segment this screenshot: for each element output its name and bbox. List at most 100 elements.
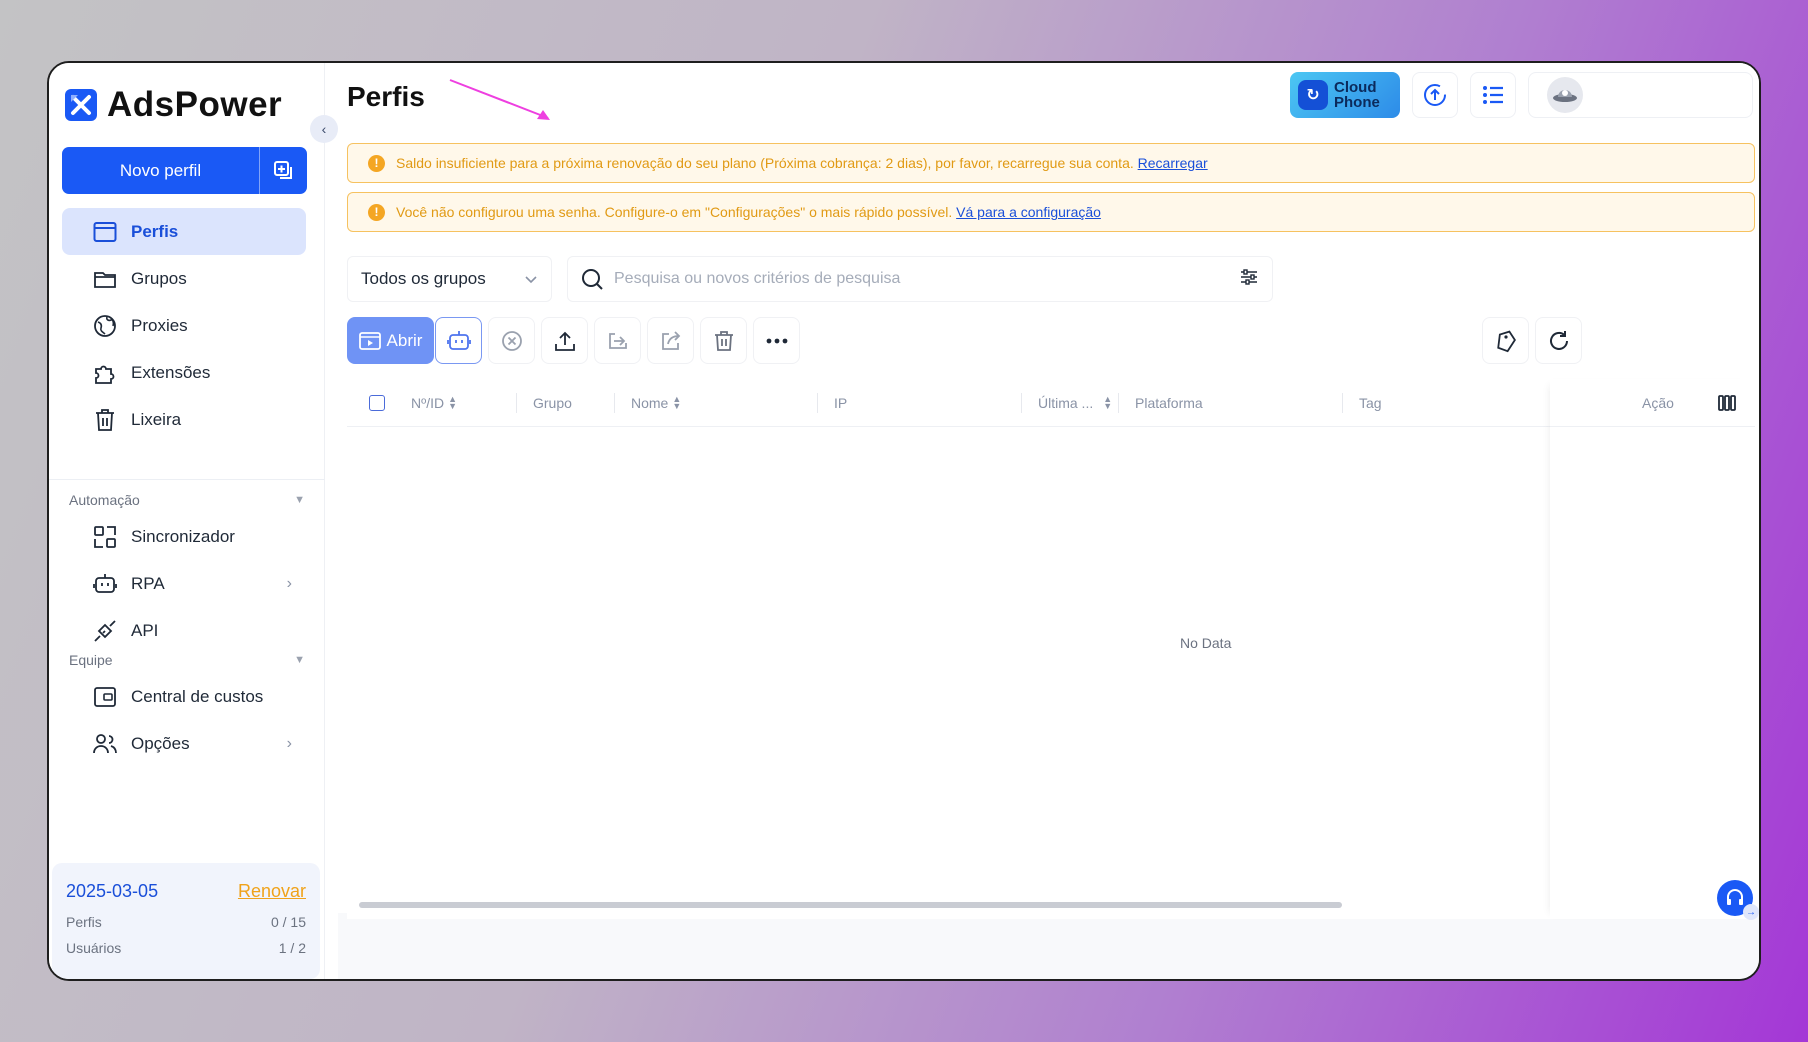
open-button-label: Abrir	[386, 330, 423, 350]
move-to-group-button[interactable]	[594, 317, 641, 364]
upgrade-icon	[1424, 84, 1446, 106]
team-nav: Central de custos Opções ›	[62, 673, 306, 767]
sidebar-item-rpa[interactable]: RPA ›	[62, 560, 306, 607]
app-name: AdsPower	[107, 85, 283, 124]
empty-state-text: No Data	[1180, 635, 1232, 651]
team-section-header[interactable]: Equipe ▼	[69, 652, 305, 668]
select-all-checkbox[interactable]	[369, 379, 385, 427]
sidebar-item-extensoes[interactable]: Extensões	[62, 349, 306, 396]
sidebar-item-central-de-custos[interactable]: Central de custos	[62, 673, 306, 720]
sidebar-item-grupos[interactable]: Grupos	[62, 255, 306, 302]
sidebar-item-label: RPA	[131, 573, 165, 593]
sidebar-item-perfis[interactable]: Perfis	[62, 208, 306, 255]
wallet-icon	[92, 684, 118, 710]
column-label: Última ...	[1038, 395, 1094, 411]
sort-icon: ▲ ▼	[448, 394, 458, 411]
search-icon	[582, 269, 603, 290]
refresh-button[interactable]	[1535, 317, 1582, 364]
sidebar-item-label: Extensões	[131, 362, 211, 382]
user-account-button[interactable]	[1528, 72, 1753, 118]
collapse-sidebar-button[interactable]: ‹	[310, 115, 338, 143]
alert-message: Saldo insuficiente para a próxima renova…	[396, 155, 1208, 171]
sidebar-item-label: Central de custos	[131, 686, 264, 706]
action-column: Ação	[1550, 379, 1755, 919]
search-input[interactable]: Pesquisa ou novos critérios de pesquisa	[614, 270, 900, 288]
sidebar-divider	[49, 479, 325, 480]
sidebar-item-lixeira[interactable]: Lixeira	[62, 396, 306, 443]
sort-icon: ▲ ▼	[672, 394, 682, 411]
upgrade-button[interactable]	[1412, 72, 1458, 118]
recharge-link[interactable]: Recarregar	[1138, 155, 1208, 171]
column-header-platform: Plataforma	[1135, 379, 1203, 427]
balance-warning-alert: ! Saldo insuficiente para a próxima reno…	[347, 143, 1755, 183]
more-button[interactable]	[753, 317, 800, 364]
renew-link[interactable]: Renovar	[238, 881, 306, 902]
plan-row-value: 0 / 15	[270, 914, 306, 930]
column-label: Nº/ID	[411, 395, 445, 411]
batch-add-icon[interactable]	[259, 147, 307, 194]
page-title: Perfis	[347, 81, 425, 112]
puzzle-icon	[92, 360, 118, 386]
tag-icon	[1496, 330, 1516, 352]
ufo-avatar-icon	[1553, 90, 1577, 102]
users-icon	[92, 731, 118, 757]
close-browser-button[interactable]	[488, 317, 535, 364]
app-window: AdsPower Novo perfil Perfis Grupos Proxi…	[47, 61, 1761, 981]
upload-button[interactable]	[541, 317, 588, 364]
automation-section-header[interactable]: Automação ▼	[69, 492, 305, 508]
go-to-settings-link[interactable]: Vá para a configuração	[956, 204, 1101, 220]
plan-card: 2025-03-05 Renovar Perfis 0 / 15 Usuário…	[52, 863, 320, 979]
cloud-phone-button[interactable]: ↻ Cloud Phone	[1290, 72, 1400, 118]
sidebar-item-api[interactable]: API	[62, 607, 306, 654]
rpa-button[interactable]	[435, 317, 482, 364]
alert-message: Você não configurou uma senha. Configure…	[396, 204, 1101, 220]
sidebar-item-label: Perfis	[131, 221, 179, 241]
caret-down-icon: ▼	[294, 654, 305, 666]
move-icon	[608, 332, 627, 349]
team-title: Equipe	[69, 652, 113, 668]
column-header-name[interactable]: Nome ▲ ▼	[631, 379, 681, 427]
plan-row-label: Perfis	[66, 914, 102, 930]
open-button[interactable]: Abrir	[347, 317, 434, 364]
arrow-right-icon: →	[1743, 904, 1759, 920]
automation-nav: Sincronizador RPA › API	[62, 513, 306, 654]
profiles-table: Nº/ID ▲ ▼ Grupo Nome ▲ ▼ IP Última ... ▲ ▼	[347, 379, 1755, 919]
task-list-button[interactable]	[1470, 72, 1516, 118]
column-label: Ação	[1642, 395, 1674, 411]
table-header: Nº/ID ▲ ▼ Grupo Nome ▲ ▼ IP Última ... ▲ ▼	[347, 379, 1755, 427]
share-icon	[661, 330, 680, 350]
sidebar-item-label: Opções	[131, 733, 190, 753]
tag-button[interactable]	[1482, 317, 1529, 364]
sort-icon: ▲ ▼	[1103, 394, 1113, 411]
column-header-id[interactable]: Nº/ID ▲ ▼	[411, 379, 457, 427]
globe-icon	[92, 313, 118, 339]
sidebar-item-opcoes[interactable]: Opções ›	[62, 720, 306, 767]
folder-icon	[92, 266, 118, 292]
automation-title: Automação	[69, 492, 140, 508]
chevron-right-icon: ›	[286, 574, 292, 592]
chevron-down-icon	[525, 269, 537, 289]
new-profile-label[interactable]: Novo perfil	[62, 147, 259, 194]
password-warning-alert: ! Você não configurou uma senha. Configu…	[347, 192, 1755, 232]
new-profile-button[interactable]: Novo perfil	[62, 147, 307, 194]
delete-button[interactable]	[700, 317, 747, 364]
sidebar-item-label: API	[131, 620, 159, 640]
sidebar-item-label: Grupos	[131, 268, 187, 288]
plan-expiry-date: 2025-03-05	[66, 881, 159, 901]
sidebar-item-sincronizador[interactable]: Sincronizador	[62, 513, 306, 560]
cloud-phone-label: Cloud Phone	[1334, 80, 1380, 110]
support-chat-button[interactable]: →	[1717, 880, 1759, 920]
cloud-phone-line2: Phone	[1334, 94, 1380, 111]
search-box[interactable]: Pesquisa ou novos critérios de pesquisa	[567, 256, 1273, 302]
group-filter-select[interactable]: Todos os grupos	[347, 256, 552, 302]
horizontal-scrollbar[interactable]	[359, 902, 1342, 908]
sidebar-item-proxies[interactable]: Proxies	[62, 302, 306, 349]
filter-settings-icon[interactable]	[1240, 268, 1258, 290]
column-label: Plataforma	[1135, 395, 1203, 411]
plan-row-label: Usuários	[66, 940, 122, 956]
share-button[interactable]	[647, 317, 694, 364]
column-settings-button[interactable]	[1718, 379, 1736, 427]
sidebar-item-label: Proxies	[131, 315, 188, 335]
column-header-last-open[interactable]: Última ... ▲ ▼	[1038, 379, 1112, 427]
robot-icon	[92, 571, 118, 597]
